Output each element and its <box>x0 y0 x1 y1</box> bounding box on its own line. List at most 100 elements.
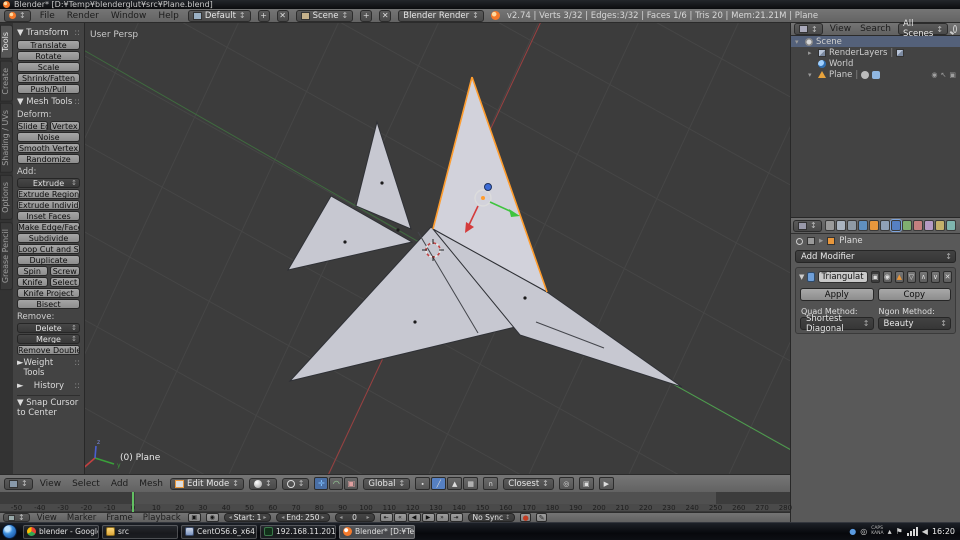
taskbar-item-blender-google[interactable]: blender - Google ... <box>23 524 99 539</box>
modifier-editmode-toggle[interactable]: ▲ <box>894 271 904 283</box>
snap-element-select[interactable]: Closest ↕ <box>503 477 554 490</box>
outliner-row-world[interactable]: World <box>791 58 960 69</box>
tool-screw[interactable]: Screw <box>49 266 80 276</box>
jump-to-end-button[interactable]: ⇥ <box>449 513 463 522</box>
current-frame-field[interactable]: ◂ 0 ▸ <box>334 513 375 522</box>
play-button[interactable]: ▶ <box>421 513 435 522</box>
viewport-shading-select[interactable]: ↕ <box>249 477 277 490</box>
tool-bisect[interactable]: Bisect <box>17 299 80 309</box>
panel-drag-dots[interactable]: :: <box>74 97 80 107</box>
properties-tab-world-icon[interactable] <box>857 220 868 231</box>
close-layout-button[interactable]: ✕ <box>276 9 289 22</box>
network-icon[interactable] <box>906 527 918 536</box>
timeline-strip[interactable] <box>0 492 790 512</box>
manipulator-z-handle[interactable] <box>484 183 492 191</box>
properties-tab-physics-icon[interactable] <box>945 220 956 231</box>
screen-layout-select[interactable]: Default ↕ <box>187 9 251 22</box>
menu-window[interactable]: Window <box>109 11 149 21</box>
search-icon[interactable] <box>953 25 957 33</box>
properties-tab-material-icon[interactable] <box>912 220 923 231</box>
tool-slide-edg[interactable]: Slide Edg <box>17 121 48 131</box>
render-engine-select[interactable]: Blender Render ↕ <box>398 9 484 22</box>
tray-app-icon[interactable]: ● <box>849 527 856 536</box>
viewport-menu-select[interactable]: Select <box>70 479 102 489</box>
timeline-menu-marker[interactable]: Marker <box>65 513 98 523</box>
copy-button[interactable]: Copy <box>877 288 951 301</box>
viewport-canvas[interactable]: x y z <box>0 23 790 474</box>
properties-tab-render-icon[interactable] <box>824 220 835 231</box>
taskbar-item-centos6-6-x64[interactable]: CentOS6.6_x64 - ... <box>181 524 257 539</box>
editor-type-button[interactable]: ↕ <box>794 23 823 35</box>
current-frame-marker[interactable] <box>132 492 134 512</box>
expand-icon[interactable]: ▾ <box>795 38 802 46</box>
lock-time-toggle[interactable]: ◉ <box>205 513 219 522</box>
tool-shelf-tab-options[interactable]: Options <box>0 175 13 220</box>
next-keyframe-button[interactable]: » <box>435 513 449 522</box>
close-scene-button[interactable]: ✕ <box>379 9 392 22</box>
panel-drag-dots[interactable]: :: <box>74 28 80 38</box>
menu-render[interactable]: Render <box>65 11 101 21</box>
panel-expand-icon[interactable]: ▼ <box>799 273 804 281</box>
play-reverse-button[interactable]: ◀ <box>407 513 421 522</box>
extrude-menu-button[interactable]: Extrude <box>17 178 80 188</box>
modifier-eye-toggle[interactable]: ◉ <box>882 271 892 283</box>
tool-shrink-fatten[interactable]: Shrink/Fatten <box>17 73 80 83</box>
taskbar-item-blender-d-tem[interactable]: Blender* [D:¥Tem... <box>339 524 415 539</box>
tool-knife-project[interactable]: Knife Project <box>17 288 80 298</box>
pivot-point-select[interactable]: ↕ <box>281 477 310 490</box>
tool-extrude-region[interactable]: Extrude Region <box>17 189 80 199</box>
tool-shelf-tab-tools[interactable]: Tools <box>0 25 13 59</box>
tool-randomize[interactable]: Randomize <box>17 154 80 164</box>
transform-orientation-select[interactable]: Global ↕ <box>363 477 411 490</box>
keying-set-button[interactable]: ✎ <box>536 513 548 522</box>
tool-knife[interactable]: Knife <box>17 277 48 287</box>
properties-tab-object-data-icon[interactable] <box>901 220 912 231</box>
ngon-method-select[interactable]: Beauty <box>877 317 951 330</box>
timeline-ruler[interactable]: -50-40-30-20-100102030405060708090100110… <box>0 504 792 512</box>
add-modifier-dropdown[interactable]: Add Modifier <box>795 250 956 263</box>
quad-method-select[interactable]: Shortest Diagonal <box>800 314 874 334</box>
sync-mode-select[interactable]: No Sync ↕ <box>467 513 516 522</box>
tool-loop-cut-and-slide[interactable]: Loop Cut and Slide <box>17 244 80 254</box>
menu-file[interactable]: File <box>38 11 57 21</box>
volume-icon[interactable]: ◀ <box>922 527 928 536</box>
window-title-bar[interactable]: Blender* [D:¥Temp¥blenderglut¥src¥Plane.… <box>0 0 960 9</box>
modifier-delete-button[interactable]: ✕ <box>942 271 953 283</box>
timeline-menu-playback[interactable]: Playback <box>141 513 183 523</box>
modifier-render-toggle[interactable]: ▣ <box>870 271 880 283</box>
panel-header-transform[interactable]: ▼ Transform:: <box>17 28 80 38</box>
properties-tab-render-layers-icon[interactable] <box>835 220 846 231</box>
tool-shelf-tab-grease-pencil[interactable]: Grease Pencil <box>0 221 13 291</box>
tool-inset-faces[interactable]: Inset Faces <box>17 211 80 221</box>
properties-tab-scene-icon[interactable] <box>846 220 857 231</box>
jump-to-start-button[interactable]: ⇤ <box>379 513 393 522</box>
restrict-render-camera-icon[interactable]: ▣ <box>949 71 956 79</box>
tool-subdivide[interactable]: Subdivide <box>17 233 80 243</box>
editor-type-button[interactable]: ↕ <box>3 513 30 522</box>
snap-target-button[interactable]: ◎ <box>558 477 574 490</box>
end-frame-field[interactable]: ◂ End: 250 ▸ <box>276 513 330 522</box>
expand-icon[interactable]: ▸ <box>808 49 815 57</box>
opengl-render-anim-button[interactable]: ▶ <box>598 477 614 490</box>
limit-selection-visible-button[interactable]: ▦ <box>463 477 479 490</box>
properties-tab-object-icon[interactable] <box>868 220 879 231</box>
modifier-name-field[interactable]: Triangulat <box>817 271 868 283</box>
restrict-view-eye-icon[interactable]: ◉ <box>931 71 937 79</box>
manipulator-rotate-toggle[interactable]: ◠ <box>329 477 344 490</box>
restrict-select-arrow-icon[interactable]: ↖ <box>941 71 947 79</box>
panel-header-weight-tools[interactable]: ► Weight Tools:: <box>17 358 80 378</box>
pin-icon[interactable] <box>796 237 803 245</box>
tool-smooth-vertex[interactable]: Smooth Vertex <box>17 143 80 153</box>
face-select-mode-button[interactable]: ▲ <box>447 477 463 490</box>
timeline-menu-frame[interactable]: Frame <box>104 513 134 523</box>
ime-indicator[interactable]: CAPS KANA <box>871 526 883 536</box>
tool-select[interactable]: Select <box>49 277 80 287</box>
opengl-render-image-button[interactable]: ▣ <box>578 477 594 490</box>
apply-button[interactable]: Apply <box>800 288 874 301</box>
taskbar-item-src[interactable]: src <box>102 524 178 539</box>
vertex-select-mode-button[interactable]: ∙ <box>415 477 431 490</box>
panel-header-mesh-tools[interactable]: ▼ Mesh Tools:: <box>17 97 80 107</box>
3d-viewport[interactable]: x y z User Persp (0) Plane <box>0 23 790 474</box>
outliner-row-renderlayers[interactable]: ▸ RenderLayers | <box>791 47 960 58</box>
action-center-flag-icon[interactable]: ⚑ <box>896 527 903 536</box>
